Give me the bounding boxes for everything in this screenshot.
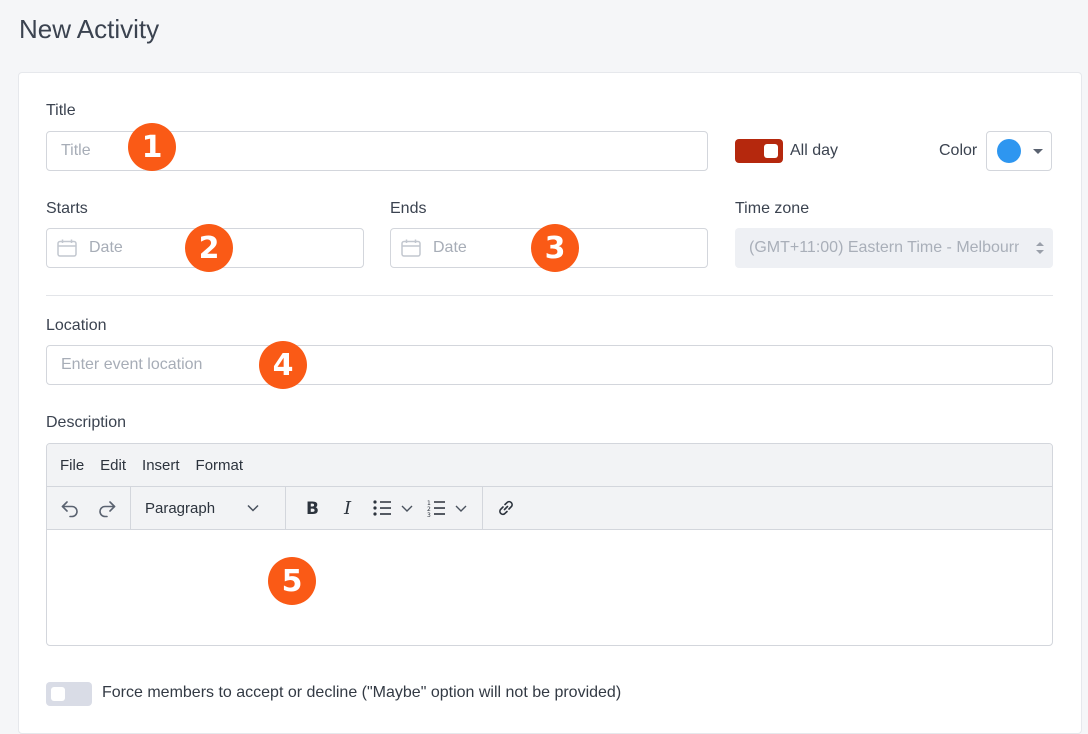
editor-toolbar: Paragraph B I 1 2 3 <box>47 487 1052 530</box>
link-icon <box>499 500 513 516</box>
numbered-list-button[interactable]: 1 2 3 <box>422 491 478 525</box>
callout-badge: 3 <box>531 224 579 272</box>
all-day-label: All day <box>790 142 839 159</box>
callout-badge: 4 <box>259 341 307 389</box>
editor-menubar: File Edit Insert Format <box>47 444 1052 487</box>
formatting-group: B I 1 2 3 <box>286 487 483 529</box>
bullet-list-button[interactable] <box>366 491 422 525</box>
menu-edit[interactable]: Edit <box>100 457 126 474</box>
undo-button[interactable] <box>53 491 87 525</box>
svg-text:3: 3 <box>427 512 431 518</box>
timezone-label: Time zone <box>735 200 810 217</box>
section-divider <box>46 295 1053 296</box>
link-button[interactable] <box>489 491 523 525</box>
menu-insert[interactable]: Insert <box>142 457 180 474</box>
description-label: Description <box>46 414 127 431</box>
caret-down-icon <box>1033 148 1043 154</box>
italic-button[interactable]: I <box>330 491 366 525</box>
italic-icon: I <box>343 498 352 518</box>
numbered-list-icon: 1 2 3 <box>427 500 467 518</box>
svg-text:I: I <box>343 498 352 518</box>
force-accept-toggle[interactable] <box>46 682 92 706</box>
timezone-value: (GMT+11:00) Eastern Time - Melbourne <box>749 239 1019 256</box>
toggle-knob <box>51 687 65 701</box>
bullet-list-icon <box>373 500 413 516</box>
chevron-down-icon <box>247 504 259 512</box>
block-format-group: Paragraph <box>131 487 286 529</box>
calendar-icon <box>401 239 421 257</box>
bold-button[interactable]: B <box>294 491 330 525</box>
calendar-icon <box>57 239 77 257</box>
menu-format[interactable]: Format <box>196 457 244 474</box>
location-label: Location <box>46 317 107 334</box>
location-input[interactable] <box>46 345 1053 385</box>
redo-button[interactable] <box>90 491 124 525</box>
block-format-select[interactable]: Paragraph <box>131 500 271 517</box>
undo-icon <box>61 501 78 518</box>
starts-label: Starts <box>46 200 88 217</box>
color-label: Color <box>939 142 978 159</box>
color-swatch <box>997 139 1021 163</box>
select-arrows-icon <box>1036 242 1044 254</box>
block-format-value: Paragraph <box>145 499 216 517</box>
callout-badge: 5 <box>268 557 316 605</box>
toggle-knob <box>764 144 778 158</box>
menu-file[interactable]: File <box>60 457 84 474</box>
title-label: Title <box>46 102 76 119</box>
callout-badge: 2 <box>185 224 233 272</box>
history-group <box>47 487 131 529</box>
bold-icon: B <box>306 499 319 518</box>
all-day-toggle[interactable] <box>735 139 783 163</box>
editor-content-area[interactable] <box>47 530 1052 645</box>
description-editor: File Edit Insert Format Paragraph B I 1 … <box>46 443 1053 646</box>
link-group <box>483 487 529 529</box>
page-title: New Activity <box>19 14 160 44</box>
ends-label: Ends <box>390 200 427 217</box>
svg-text:B: B <box>306 499 319 518</box>
redo-icon <box>99 501 116 518</box>
force-accept-label: Force members to accept or decline ("May… <box>102 684 622 701</box>
color-picker[interactable] <box>986 131 1052 171</box>
timezone-select[interactable]: (GMT+11:00) Eastern Time - Melbourne <box>735 228 1053 268</box>
callout-badge: 1 <box>128 123 176 171</box>
